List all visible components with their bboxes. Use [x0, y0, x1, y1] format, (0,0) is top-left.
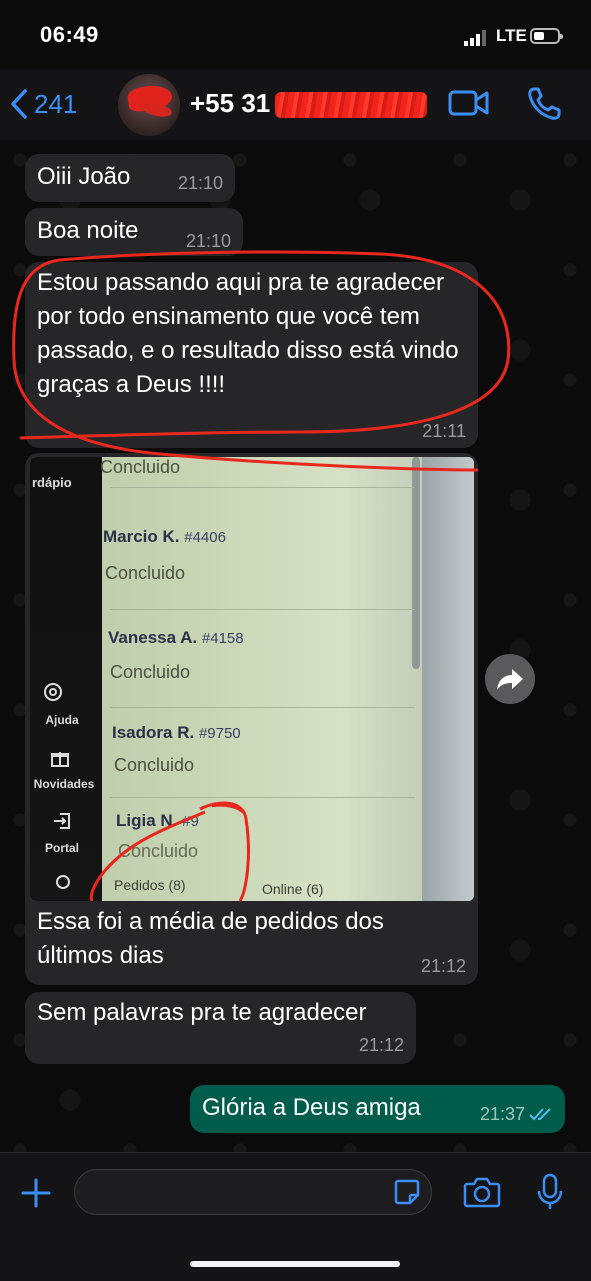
- message-input[interactable]: [74, 1169, 432, 1215]
- message-time: 21:12: [358, 1035, 404, 1055]
- chevron-left-icon: [11, 89, 27, 119]
- input-bar: [0, 1152, 591, 1281]
- chat-area[interactable]: Oiii João 21:10 Boa noite 21:10 Estou pa…: [0, 140, 591, 1152]
- outgoing-message-bubble[interactable]: Glória a Deus amiga 21:37: [190, 1085, 565, 1133]
- image-caption: Essa foi a média de pedidos dos últimos …: [37, 908, 384, 969]
- message-bubble[interactable]: Sem palavras pra te agradecer 21:12: [25, 992, 416, 1064]
- back-count: 241: [34, 88, 78, 119]
- camera-icon[interactable]: [463, 1175, 501, 1209]
- back-button[interactable]: 241: [10, 84, 77, 124]
- contact-name[interactable]: +55 31: [190, 88, 270, 119]
- video-call-icon[interactable]: [448, 86, 490, 120]
- double-check-icon: [529, 1108, 551, 1121]
- network-type: LTE: [496, 26, 527, 45]
- chat-header: 241 +55 31: [0, 70, 591, 140]
- status-time: 06:49: [40, 22, 99, 47]
- forward-icon: [497, 669, 523, 690]
- sticker-icon[interactable]: [393, 1178, 421, 1206]
- red-annotation-circle: [89, 801, 250, 901]
- status-bar: 06:49 LTE: [0, 0, 591, 70]
- message-time: 21:37: [479, 1104, 525, 1124]
- photo-attachment[interactable]: rdápio Ajuda Novidades Portal Concluido …: [30, 457, 474, 901]
- red-annotation-loop: [12, 250, 511, 472]
- message-text: Sem palavras pra te agradecer: [37, 999, 367, 1026]
- message-text: Glória a Deus amiga: [202, 1094, 421, 1121]
- microphone-icon[interactable]: [536, 1173, 564, 1211]
- battery-icon: [530, 28, 563, 44]
- forward-button[interactable]: [485, 654, 535, 704]
- plus-icon[interactable]: [20, 1177, 52, 1209]
- signal-icon: [464, 30, 486, 46]
- avatar[interactable]: [118, 74, 180, 136]
- phone-icon[interactable]: [526, 86, 562, 122]
- home-indicator: [190, 1261, 400, 1267]
- redaction-scribble: [275, 92, 427, 118]
- message-time: 21:12: [420, 956, 466, 976]
